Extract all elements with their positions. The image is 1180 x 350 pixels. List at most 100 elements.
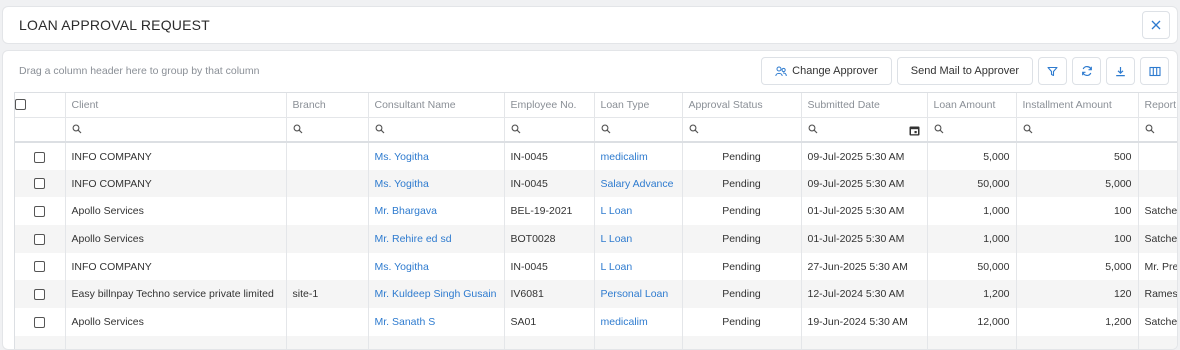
filter-row xyxy=(15,117,1177,143)
row-select-cell[interactable] xyxy=(15,169,66,198)
consultant-link[interactable]: Mr. Rehire ed sd xyxy=(368,225,505,253)
branch-cell xyxy=(286,252,369,281)
table-row[interactable]: Apollo Services Mr. Bhargava BEL-19-2021… xyxy=(15,197,1177,226)
filter-cell[interactable] xyxy=(594,117,683,143)
page-header: LOAN APPROVAL REQUEST xyxy=(2,6,1178,44)
client-cell: Apollo Services xyxy=(65,197,287,226)
loan-amount-cell: 5,000 xyxy=(927,142,1017,170)
consultant-link[interactable]: Mr. Kuldeep Singh Gusain xyxy=(368,280,505,309)
loan-type-link[interactable]: Personal Loan xyxy=(594,280,683,309)
filter-cell[interactable] xyxy=(927,117,1017,143)
row-checkbox[interactable] xyxy=(34,205,46,217)
consultant-link[interactable]: Ms. Yogitha xyxy=(368,252,505,281)
installment-amount-cell: 100 xyxy=(1016,197,1139,226)
consultant-link[interactable]: Mr. Bhargava xyxy=(368,197,505,226)
column-header[interactable]: Employee No. xyxy=(504,93,595,118)
filter-cell[interactable] xyxy=(504,117,595,143)
change-approver-button[interactable]: Change Approver xyxy=(761,57,892,85)
grid-toolbar: Change Approver Send Mail to Approver xyxy=(761,57,1169,85)
calendar-icon[interactable] xyxy=(909,125,920,136)
row-checkbox[interactable] xyxy=(34,289,46,300)
column-header[interactable]: Loan Amount xyxy=(927,93,1017,118)
column-chooser-button[interactable] xyxy=(1140,57,1169,85)
filter-cell[interactable] xyxy=(1016,117,1139,143)
row-checkbox[interactable] xyxy=(34,233,46,245)
table-row[interactable]: Apollo Services Mr. Sanath S SA01 medica… xyxy=(15,308,1177,336)
loan-type-link[interactable]: L Loan xyxy=(594,197,683,226)
row-checkbox[interactable] xyxy=(34,261,46,273)
table-row[interactable]: INFO COMPANY Ms. Yogitha IN-0045 medical… xyxy=(15,142,1177,170)
loan-type-link[interactable]: L Loan xyxy=(594,252,683,281)
consultant-link[interactable]: Ms. Yogitha xyxy=(368,142,505,170)
users-icon xyxy=(775,66,787,76)
installment-amount-cell: 100 xyxy=(1016,225,1139,253)
row-cell xyxy=(368,335,505,349)
branch-cell xyxy=(286,142,369,170)
columns-icon xyxy=(1148,66,1161,76)
column-header[interactable]: Loan Type xyxy=(594,93,683,118)
send-mail-button[interactable]: Send Mail to Approver xyxy=(896,57,1033,85)
row-select-cell[interactable] xyxy=(15,142,66,170)
table-row[interactable]: INFO COMPANY Ms. Yogitha IN-0045 Salary … xyxy=(15,169,1177,198)
export-button[interactable] xyxy=(1106,57,1135,85)
row-cell xyxy=(286,335,369,349)
column-header[interactable]: Report xyxy=(1138,93,1177,118)
column-header[interactable]: Installment Amount xyxy=(1016,93,1139,118)
search-icon xyxy=(511,125,520,134)
column-header[interactable]: Client xyxy=(65,93,287,118)
row-select-cell[interactable] xyxy=(15,225,66,253)
row-select-cell[interactable] xyxy=(15,197,66,226)
table-row-partial xyxy=(15,335,1177,349)
approval-status-cell: Pending xyxy=(682,252,802,281)
filter-cell[interactable] xyxy=(682,117,802,143)
row-select-cell[interactable] xyxy=(15,252,66,281)
filter-cell[interactable] xyxy=(801,117,928,143)
row-select-cell[interactable] xyxy=(15,280,66,309)
filter-cell[interactable] xyxy=(65,117,287,143)
branch-cell: site-1 xyxy=(286,280,369,309)
filter-button[interactable] xyxy=(1038,57,1067,85)
approval-status-cell: Pending xyxy=(682,308,802,336)
submitted-date-cell: 01-Jul-2025 5:30 AM xyxy=(801,225,928,253)
column-header[interactable]: Approval Status xyxy=(682,93,802,118)
select-all-cell[interactable] xyxy=(15,93,66,118)
select-all-checkbox[interactable] xyxy=(15,99,26,111)
filter-icon xyxy=(1047,66,1058,76)
employee-no-cell: IN-0045 xyxy=(504,252,595,281)
branch-cell xyxy=(286,225,369,253)
employee-no-cell: IV6081 xyxy=(504,280,595,309)
filter-cell[interactable] xyxy=(368,117,505,143)
loan-type-link[interactable]: medicalim xyxy=(594,308,683,336)
table-row[interactable]: Apollo Services Mr. Rehire ed sd BOT0028… xyxy=(15,225,1177,253)
column-header[interactable]: Branch xyxy=(286,93,369,118)
send-mail-label: Send Mail to Approver xyxy=(910,65,1019,77)
employee-no-cell: BOT0028 xyxy=(504,225,595,253)
search-icon xyxy=(934,125,943,134)
row-checkbox[interactable] xyxy=(34,316,46,328)
grid-card: Drag a column header here to group by th… xyxy=(2,50,1178,350)
loan-type-link[interactable]: medicalim xyxy=(594,142,683,170)
loan-amount-cell: 1,000 xyxy=(927,197,1017,226)
data-grid: Client Branch Consultant Name Employee N… xyxy=(14,92,1177,349)
table-row[interactable]: INFO COMPANY Ms. Yogitha IN-0045 L Loan … xyxy=(15,252,1177,281)
column-header[interactable]: Consultant Name xyxy=(368,93,505,118)
filter-cell[interactable] xyxy=(286,117,369,143)
consultant-link[interactable]: Ms. Yogitha xyxy=(368,169,505,198)
approval-status-cell: Pending xyxy=(682,169,802,198)
client-cell: INFO COMPANY xyxy=(65,142,287,170)
refresh-button[interactable] xyxy=(1072,57,1101,85)
search-icon xyxy=(689,125,698,134)
row-select-cell[interactable] xyxy=(15,308,66,336)
row-checkbox[interactable] xyxy=(34,178,46,190)
close-button[interactable] xyxy=(1142,11,1170,39)
filter-cell[interactable] xyxy=(1138,117,1177,143)
column-header[interactable]: Submitted Date xyxy=(801,93,928,118)
loan-type-link[interactable]: Salary Advance xyxy=(594,169,683,198)
refresh-icon xyxy=(1081,65,1092,77)
row-checkbox[interactable] xyxy=(34,152,46,164)
loan-type-link[interactable]: L Loan xyxy=(594,225,683,253)
installment-amount-cell: 5,000 xyxy=(1016,169,1139,198)
table-row[interactable]: Easy billnpay Techno service private lim… xyxy=(15,280,1177,309)
consultant-link[interactable]: Mr. Sanath S xyxy=(368,308,505,336)
installment-amount-cell: 5,000 xyxy=(1016,252,1139,281)
